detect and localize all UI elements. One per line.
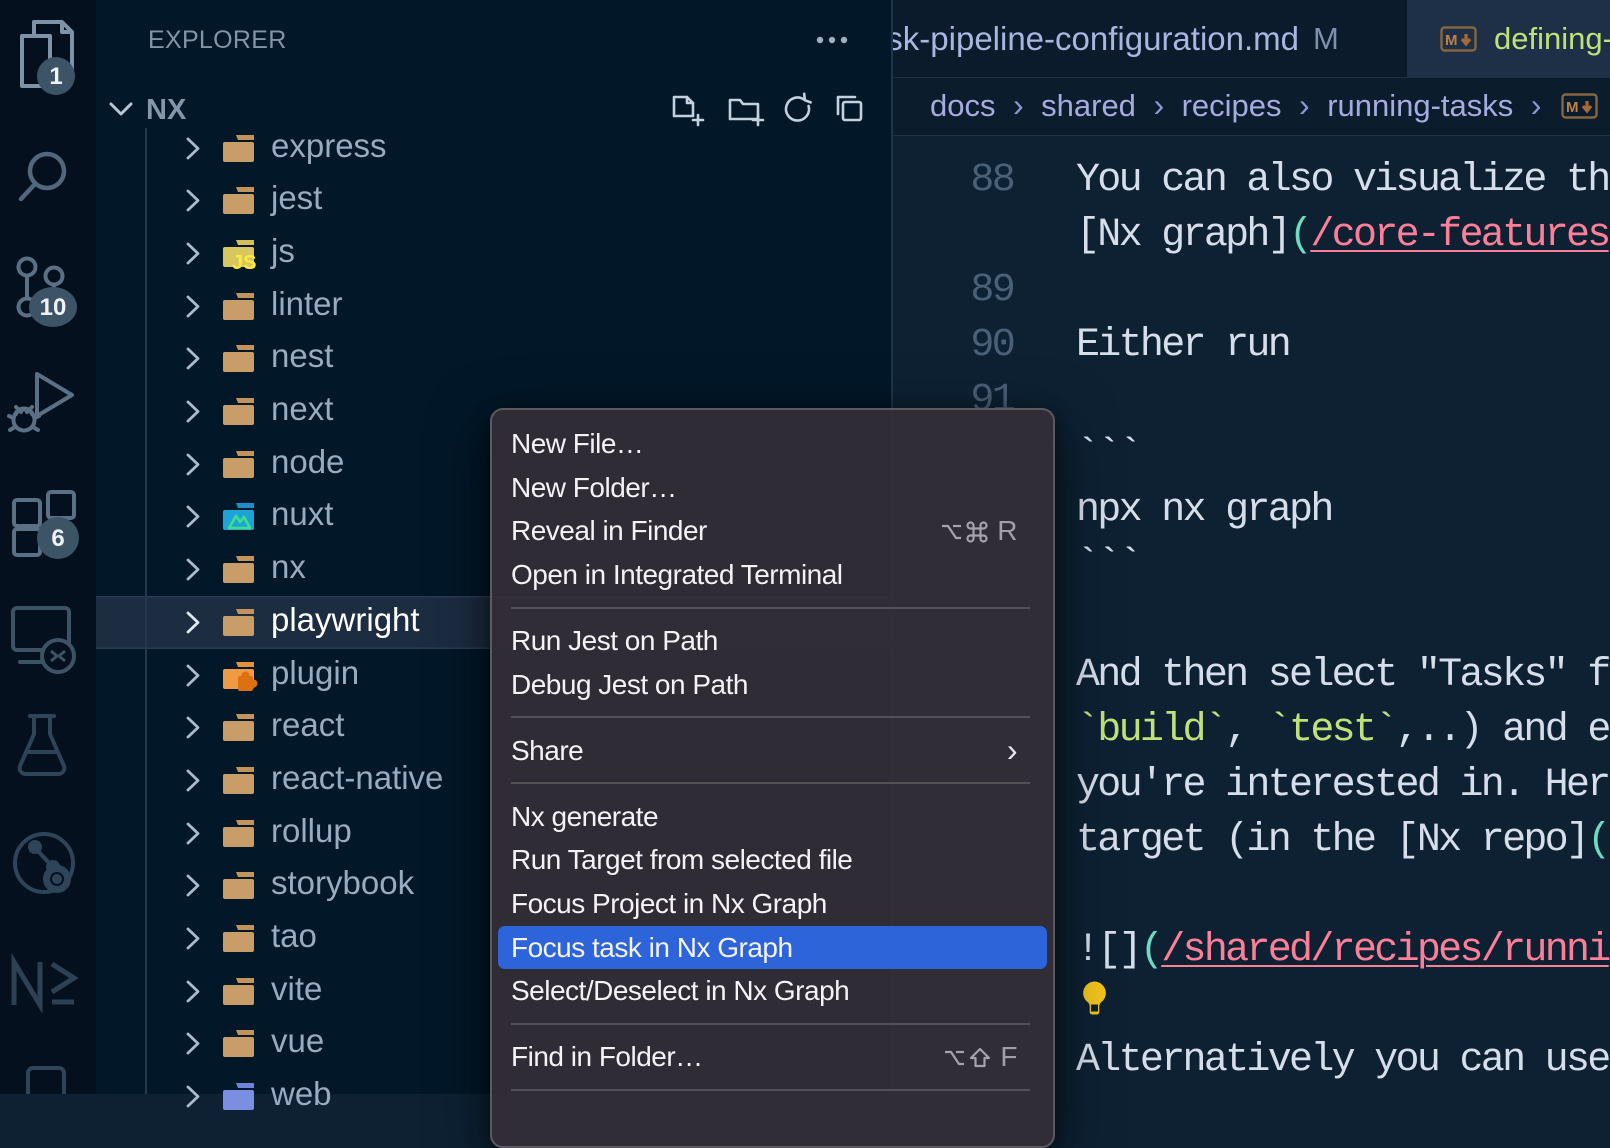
svg-text:M: M (1445, 32, 1458, 49)
svg-text:6: 6 (51, 525, 64, 552)
svg-text:JS: JS (232, 252, 256, 269)
svg-text:M: M (1566, 99, 1579, 116)
svg-text:1: 1 (49, 63, 62, 90)
svg-text:10: 10 (40, 294, 67, 321)
